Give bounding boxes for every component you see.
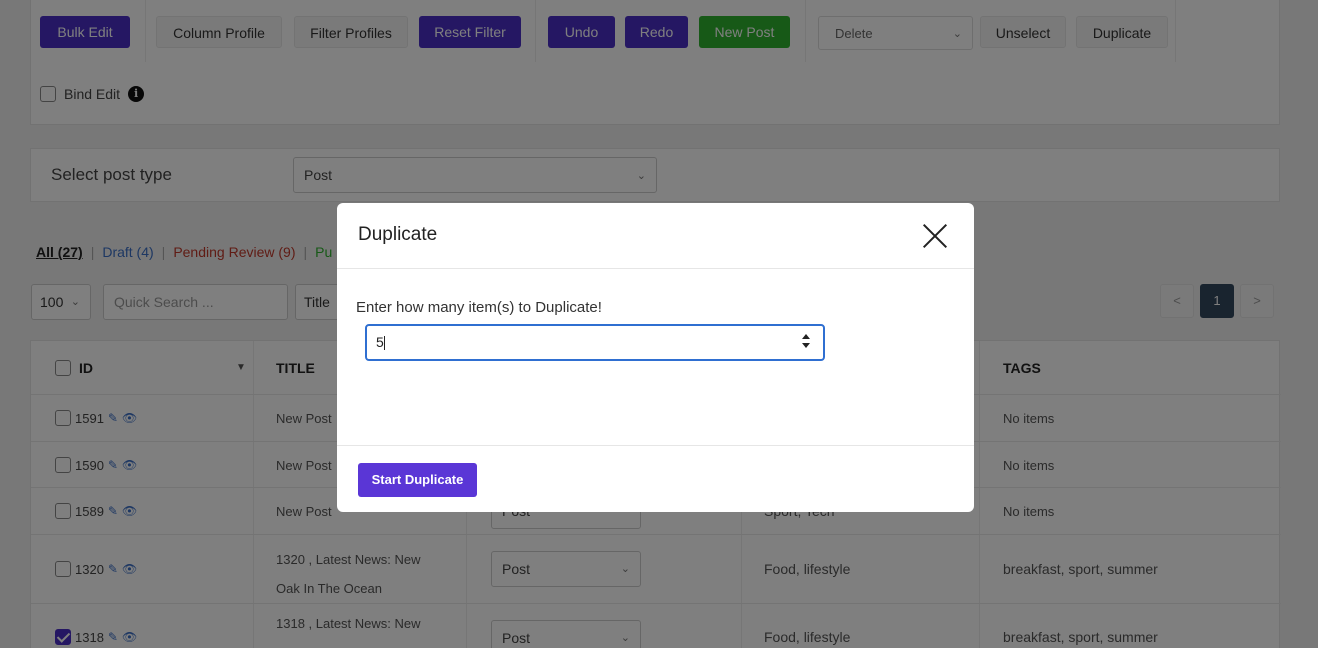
duplicate-count-input[interactable]: 5 <box>365 324 825 361</box>
duplicate-modal: Duplicate Enter how many item(s) to Dupl… <box>337 203 974 512</box>
duplicate-count-value: 5 <box>376 334 384 350</box>
number-spinner-icon[interactable] <box>802 334 812 350</box>
modal-header: Duplicate <box>337 203 974 269</box>
close-icon[interactable] <box>922 223 948 249</box>
spinner-up-icon[interactable] <box>802 334 810 339</box>
page-root: Bulk Edit Column Profile Filter Profiles… <box>0 0 1318 648</box>
modal-title: Duplicate <box>358 224 438 245</box>
start-duplicate-button[interactable]: Start Duplicate <box>358 463 477 497</box>
modal-footer: Start Duplicate <box>337 445 974 512</box>
duplicate-count-label: Enter how many item(s) to Duplicate! <box>356 299 602 316</box>
spinner-down-icon[interactable] <box>802 343 810 348</box>
text-caret <box>383 336 385 351</box>
